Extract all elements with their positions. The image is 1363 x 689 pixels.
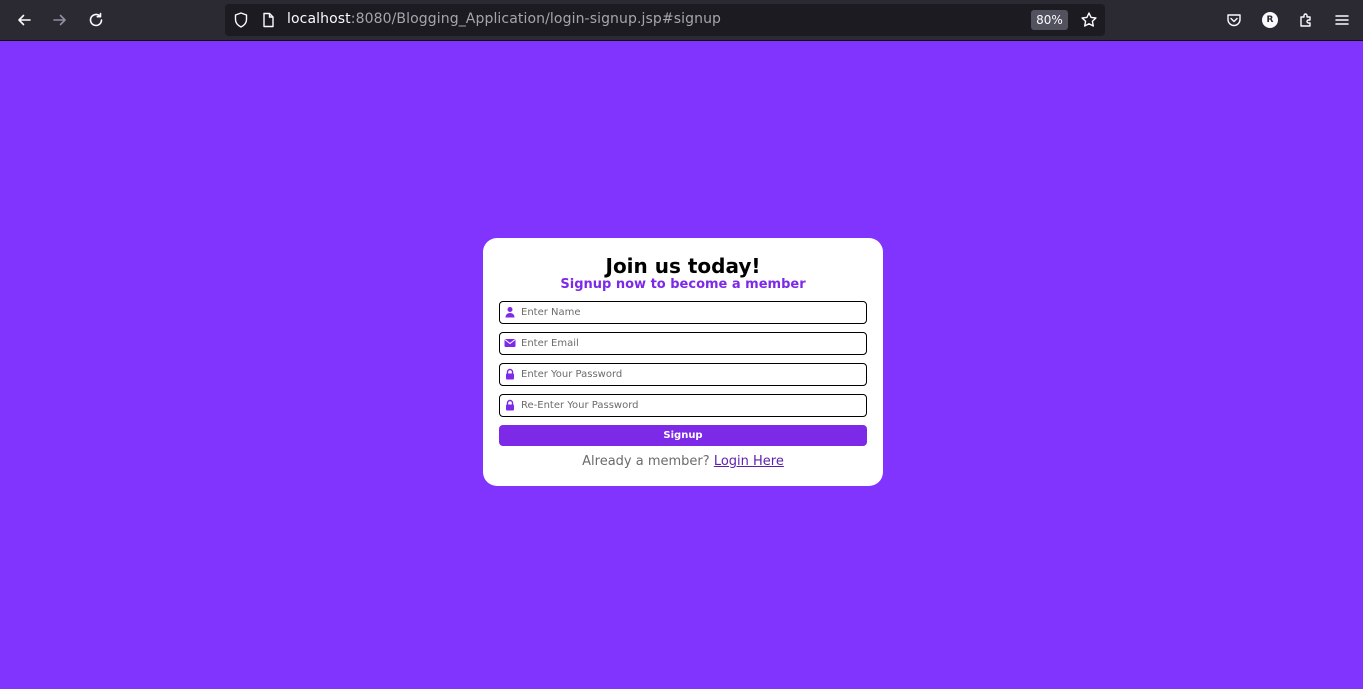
envelope-icon: [504, 337, 516, 349]
url-path: :8080/Blogging_Application/login-signup.…: [350, 11, 722, 27]
forward-arrow-icon[interactable]: [48, 8, 72, 32]
login-prompt-text: Already a member?: [582, 454, 710, 469]
repassword-input[interactable]: [521, 396, 861, 414]
email-field[interactable]: [499, 332, 867, 355]
email-input[interactable]: [521, 334, 861, 352]
name-input[interactable]: [521, 303, 861, 321]
account-avatar[interactable]: R: [1262, 12, 1278, 28]
password-input[interactable]: [521, 365, 861, 383]
url-bar[interactable]: localhost:8080/Blogging_Application/logi…: [225, 4, 1105, 36]
signup-subtitle: Signup now to become a member: [560, 277, 806, 292]
pocket-icon[interactable]: [1222, 8, 1246, 32]
browser-toolbar: localhost:8080/Blogging_Application/logi…: [0, 0, 1363, 41]
repassword-field[interactable]: [499, 394, 867, 417]
name-field[interactable]: [499, 301, 867, 324]
url-host: localhost: [287, 11, 351, 27]
zoom-level-badge[interactable]: 80%: [1031, 10, 1068, 30]
lock-icon: [504, 368, 516, 380]
reload-icon[interactable]: [84, 8, 108, 32]
page-icon: [256, 8, 280, 32]
lock-icon: [504, 399, 516, 411]
password-field[interactable]: [499, 363, 867, 386]
user-icon: [504, 306, 516, 318]
login-link[interactable]: Login Here: [714, 454, 784, 469]
url-text[interactable]: localhost:8080/Blogging_Application/logi…: [287, 11, 721, 27]
signup-card: Join us today! Signup now to become a me…: [483, 238, 883, 486]
extensions-icon[interactable]: [1294, 8, 1318, 32]
back-arrow-icon[interactable]: [12, 8, 36, 32]
star-icon[interactable]: [1077, 8, 1101, 32]
signup-title: Join us today!: [605, 254, 761, 278]
menu-icon[interactable]: [1330, 8, 1354, 32]
login-prompt: Already a member? Login Here: [483, 454, 883, 469]
signup-button[interactable]: Signup: [499, 425, 867, 446]
shield-icon[interactable]: [229, 8, 253, 32]
